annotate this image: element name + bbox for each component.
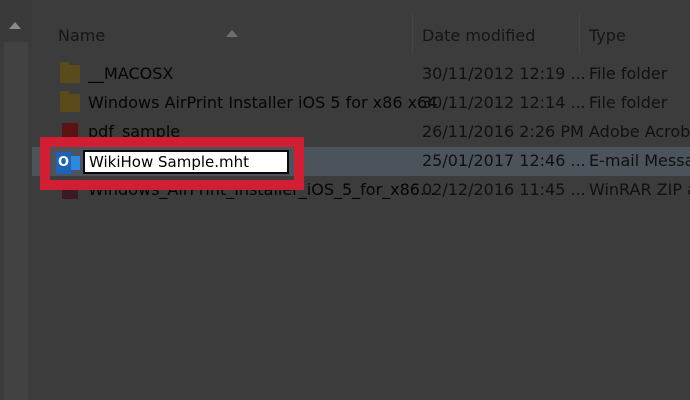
sort-ascending-icon [226,30,238,37]
column-header-name[interactable]: Name [58,26,105,45]
file-list: Name Date modified Type __MACOSX 30/11/2… [32,0,690,400]
scrollbar-track[interactable] [4,42,28,400]
column-divider[interactable] [412,14,413,54]
scroll-up-icon[interactable] [9,22,21,29]
file-date: 25/01/2017 12:46 ... [422,151,586,170]
file-name: __MACOSX [88,64,174,83]
file-type: E-mail Messag [589,151,690,170]
column-header-date-modified[interactable]: Date modified [422,26,535,45]
vertical-scrollbar[interactable] [0,0,32,400]
file-row[interactable]: Windows AirPrint Installer iOS 5 for x86… [32,89,690,118]
file-name: Windows AirPrint Installer iOS 5 for x86… [88,93,438,112]
file-date: 30/11/2012 12:14 ... [422,93,586,112]
folder-icon [60,91,80,112]
file-type: File folder [589,93,668,112]
file-date: 30/11/2012 12:19 ... [422,64,586,83]
file-date: 02/12/2016 11:45 ... [422,180,586,199]
column-header-type[interactable]: Type [589,26,626,45]
column-divider[interactable] [579,14,580,54]
file-type: Adobe Acrobat [589,122,690,141]
outlook-message-icon: O [56,152,80,174]
column-header: Name Date modified Type [32,14,690,54]
file-row[interactable]: __MACOSX 30/11/2012 12:19 ... File folde… [32,60,690,89]
file-type: WinRAR ZIP a [589,180,690,199]
file-date: 26/11/2016 2:26 PM [422,122,584,141]
file-type: File folder [589,64,668,83]
rename-input[interactable] [83,150,289,174]
folder-icon [60,62,80,83]
outlook-logo-icon: O [56,152,71,174]
